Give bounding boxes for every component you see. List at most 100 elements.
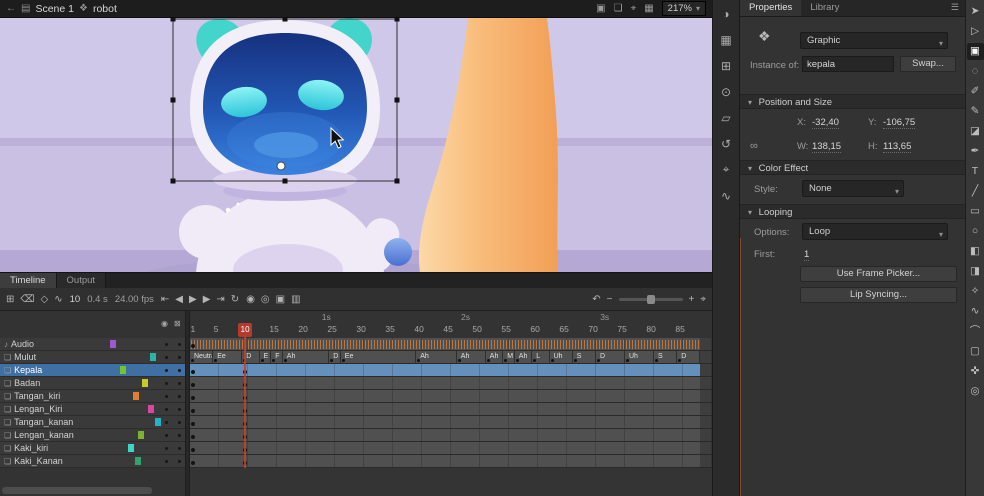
h-value[interactable]: 113,65 xyxy=(883,141,911,153)
mouth-keyframe[interactable]: Uh xyxy=(550,351,573,363)
layer-lock-dot[interactable] xyxy=(178,408,181,411)
layer-lock-dot[interactable] xyxy=(178,421,181,424)
mouth-keyframe[interactable]: D xyxy=(677,351,700,363)
layer-visibility-dot[interactable] xyxy=(165,356,168,359)
frame-span[interactable] xyxy=(190,403,700,415)
parenting-mark[interactable] xyxy=(120,366,126,374)
color-panel-icon[interactable]: ◑ xyxy=(716,5,736,22)
layer-lock-dot[interactable] xyxy=(178,343,181,346)
frame-span[interactable] xyxy=(190,429,700,441)
stage-canvas[interactable] xyxy=(0,18,712,272)
layer-lock-dot[interactable] xyxy=(178,447,181,450)
frame-view-icon[interactable]: ▥ xyxy=(291,294,300,305)
mouth-keyframe[interactable]: Neutral xyxy=(190,351,213,363)
classic-brush-tool[interactable]: ✎ xyxy=(967,103,984,120)
mouth-keyframe[interactable]: Ah xyxy=(283,351,329,363)
eraser-tool[interactable]: ◪ xyxy=(967,123,984,140)
keyframe-dot[interactable] xyxy=(191,344,195,348)
insert-keyframe-icon[interactable]: ◇ xyxy=(41,294,49,305)
keyframe-dot[interactable] xyxy=(191,383,195,387)
layer-badan[interactable]: ❏Badan xyxy=(0,377,185,390)
lip-syncing-button[interactable]: Lip Syncing... xyxy=(800,287,957,303)
swatches-panel-icon[interactable]: ▦ xyxy=(716,31,736,48)
mouth-keyframe[interactable]: L xyxy=(532,351,549,363)
frames-row-kepala[interactable] xyxy=(190,364,712,377)
free-transform-tool[interactable]: ▣ xyxy=(967,43,984,60)
center-playhead-icon[interactable]: ⌖ xyxy=(700,294,706,305)
onion-skin-icon[interactable]: ◉ xyxy=(246,294,255,305)
align-panel-icon[interactable]: ⊞ xyxy=(716,57,736,74)
keyframe-dot[interactable] xyxy=(191,435,195,439)
parenting-mark[interactable] xyxy=(128,444,134,452)
instance-name-input[interactable] xyxy=(802,56,894,72)
keyframe-dot[interactable] xyxy=(191,370,195,374)
line-tool[interactable]: ╱ xyxy=(967,183,984,200)
pen-tool[interactable]: ✒ xyxy=(967,143,984,160)
mouth-keyframe[interactable]: Ee xyxy=(213,351,242,363)
parenting-mark[interactable] xyxy=(155,418,161,426)
layer-tangan_kanan[interactable]: ❏Tangan_kanan xyxy=(0,416,185,429)
camera-tool[interactable]: ▢ xyxy=(967,343,984,360)
subselection-tool[interactable]: ▷ xyxy=(967,23,984,40)
frames-row-kaki_kiri[interactable] xyxy=(190,442,712,455)
first-frame-value[interactable]: 1 xyxy=(804,249,809,261)
playhead-line[interactable] xyxy=(244,324,246,468)
selection-tool[interactable]: ➤ xyxy=(967,3,984,20)
playhead-marker[interactable]: 10 xyxy=(238,323,252,337)
lasso-tool[interactable]: ◌ xyxy=(967,63,984,80)
zoom-in-icon[interactable]: + xyxy=(689,294,695,305)
layer-visibility-dot[interactable] xyxy=(165,369,168,372)
parenting-mark[interactable] xyxy=(110,340,116,348)
section-color-effect[interactable]: ▾ Color Effect xyxy=(740,160,965,175)
tab-library[interactable]: Library xyxy=(801,0,848,16)
next-frame-button[interactable]: ▶ xyxy=(203,294,211,305)
keyframe-dot[interactable] xyxy=(191,409,195,413)
w-value[interactable]: 138,15 xyxy=(812,141,841,153)
layer-visibility-dot[interactable] xyxy=(165,460,168,463)
layer-mulut[interactable]: ❏Mulut xyxy=(0,351,185,364)
layer-visibility-dot[interactable] xyxy=(165,408,168,411)
frame-span[interactable] xyxy=(190,416,700,428)
frames-row-lengan_kiri[interactable] xyxy=(190,403,712,416)
parenting-mark[interactable] xyxy=(150,353,156,361)
breadcrumb-symbol[interactable]: robot xyxy=(93,3,117,15)
layer-tangan_kiri[interactable]: ❏Tangan_kiri xyxy=(0,390,185,403)
x-value[interactable]: -32,40 xyxy=(812,117,839,129)
frame-span[interactable] xyxy=(190,377,700,389)
tab-timeline[interactable]: Timeline xyxy=(0,273,57,288)
keyframe-dot[interactable] xyxy=(191,461,195,465)
layer-lock-dot[interactable] xyxy=(178,369,181,372)
layer-audio[interactable]: ♪Audio xyxy=(0,338,185,351)
layer-visibility-dot[interactable] xyxy=(165,343,168,346)
frames-row-lengan_kanan[interactable] xyxy=(190,429,712,442)
mouth-keyframe[interactable]: F xyxy=(271,351,283,363)
eyedropper-tool[interactable]: ✧ xyxy=(967,283,984,300)
width-tool[interactable]: ∿ xyxy=(967,303,984,320)
paint-bucket-tool[interactable]: ◧ xyxy=(967,243,984,260)
rectangle-tool[interactable]: ▭ xyxy=(967,203,984,220)
section-looping[interactable]: ▾ Looping xyxy=(740,204,965,219)
mouth-keyframe[interactable]: E xyxy=(260,351,272,363)
bone-tool[interactable]: ⌒ xyxy=(967,323,984,340)
layer-lock-dot[interactable] xyxy=(178,356,181,359)
lock-column-lock-icon[interactable]: ⊠ xyxy=(174,319,181,328)
panel-menu-icon[interactable]: ☰ xyxy=(951,2,959,13)
delete-layer-icon[interactable]: ⌫ xyxy=(20,294,34,305)
oval-tool[interactable]: ○ xyxy=(967,223,984,240)
hand-tool[interactable]: ✜ xyxy=(967,363,984,380)
frame-span[interactable] xyxy=(190,364,700,376)
timeline-zoom-slider[interactable] xyxy=(619,298,683,301)
timeline-zoom-thumb[interactable] xyxy=(647,295,655,304)
visibility-column-eye-icon[interactable]: ◉ xyxy=(161,319,168,328)
info-panel-icon[interactable]: ⊙ xyxy=(716,83,736,100)
fluid-brush-tool[interactable]: ✐ xyxy=(967,83,984,100)
keyframe-dot[interactable] xyxy=(191,396,195,400)
frames-row-mulut[interactable]: NeutralEeDEFAhDEeAhAhAhMAhLUhSDUhSD xyxy=(190,351,712,364)
parenting-mark[interactable] xyxy=(148,405,154,413)
motion-editor-icon[interactable]: ∿ xyxy=(54,294,62,305)
frames-row-tangan_kanan[interactable] xyxy=(190,416,712,429)
use-frame-picker-button[interactable]: Use Frame Picker... xyxy=(800,266,957,282)
frame-span[interactable] xyxy=(190,338,700,350)
mouth-keyframe[interactable]: Ah xyxy=(515,351,532,363)
back-icon[interactable]: ← xyxy=(6,3,16,14)
